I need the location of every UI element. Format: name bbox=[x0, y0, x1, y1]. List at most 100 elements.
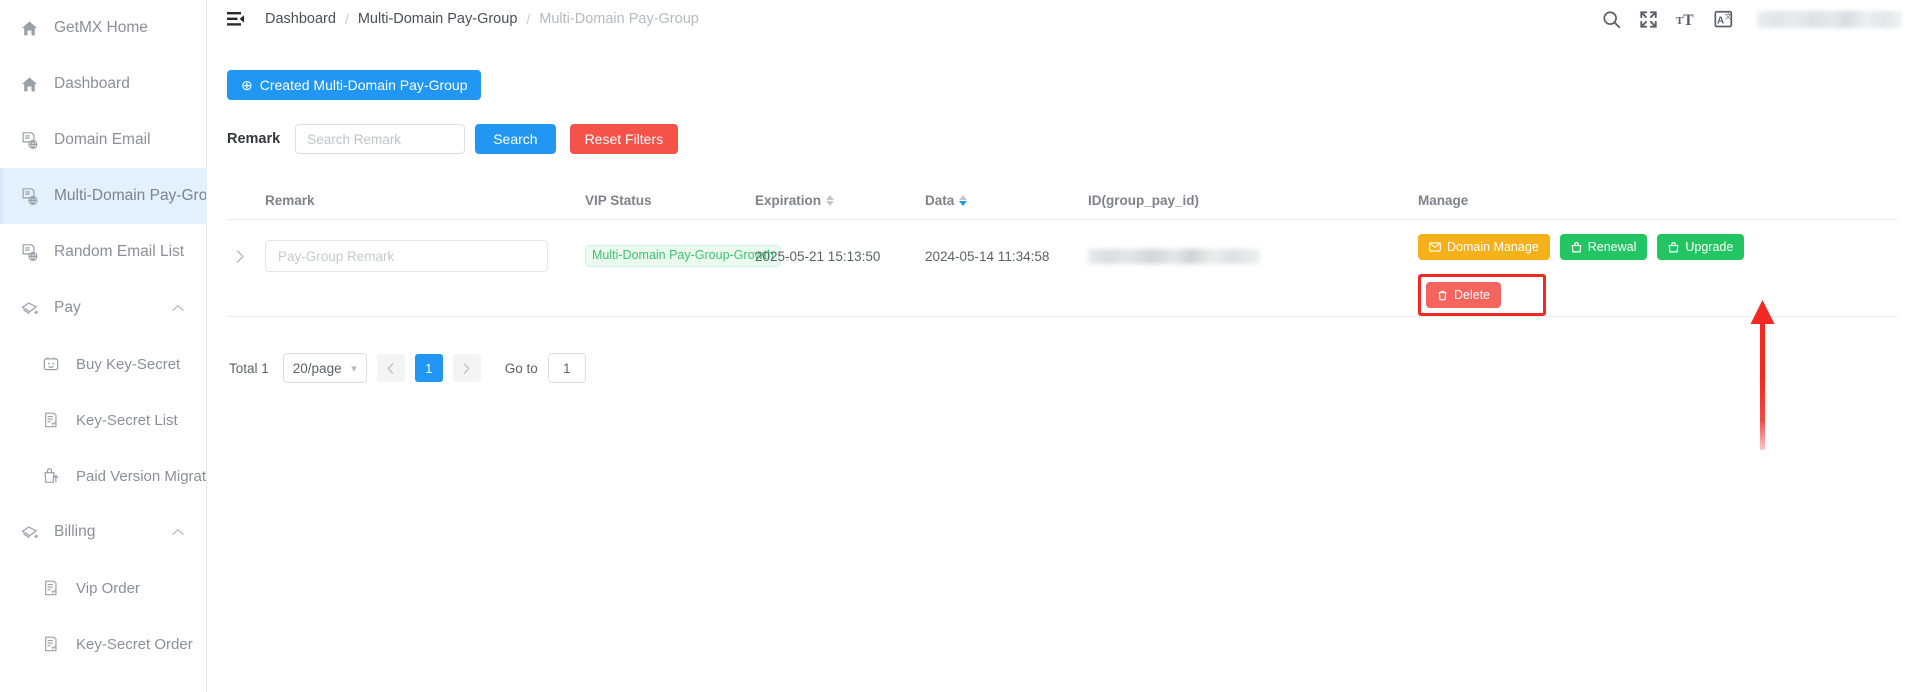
page-content: ⊕ Created Multi-Domain Pay-Group Remark … bbox=[207, 38, 1918, 383]
remark-filter-label: Remark bbox=[227, 131, 281, 147]
goto-page-label: Go to bbox=[504, 360, 538, 376]
sidebar-item-label: Billing bbox=[54, 523, 96, 541]
sidebar-item-key-secret-list[interactable]: Key-Secret List bbox=[0, 392, 206, 448]
breadcrumb-item-1[interactable]: Multi-Domain Pay-Group bbox=[358, 11, 518, 27]
sidebar-item-getmx-home[interactable]: GetMX Home bbox=[0, 0, 206, 56]
domain-email-icon bbox=[18, 185, 40, 207]
sidebar-item-label: Multi-Domain Pay-Group bbox=[54, 187, 207, 205]
sidebar-item-multi-domain-pay-group[interactable]: Multi-Domain Pay-Group bbox=[0, 168, 206, 224]
table-header-manage: Manage bbox=[1418, 193, 1469, 208]
table-header-expiration-label: Expiration bbox=[755, 193, 822, 208]
vip-status-badge: Multi-Domain Pay-Group-Growth bbox=[585, 245, 781, 267]
bag-icon bbox=[1571, 241, 1582, 253]
main-area: Dashboard / Multi-Domain Pay-Group / Multi-D… bbox=[207, 0, 1918, 692]
sidebar-item-paid-version-migration[interactable]: Paid Version Migration bbox=[0, 448, 206, 504]
sort-icon-expiration[interactable] bbox=[826, 195, 835, 206]
page-size-value: 20/page bbox=[292, 360, 342, 376]
reset-filters-button[interactable]: Reset Filters bbox=[569, 124, 679, 154]
row-data-cell: 2024-05-14 11:34:58 bbox=[925, 248, 1050, 264]
search-icon[interactable] bbox=[1602, 10, 1621, 29]
sort-icon-data[interactable] bbox=[959, 195, 968, 206]
sidebar-item-domain-email[interactable]: Domain Email bbox=[0, 112, 206, 168]
hamburger-collapse-icon[interactable] bbox=[225, 9, 245, 29]
row-expand-chevron-right-icon[interactable] bbox=[227, 234, 265, 278]
sidebar-item-billing[interactable]: Billing bbox=[0, 504, 206, 560]
search-button[interactable]: Search bbox=[475, 124, 556, 154]
goto-page-input[interactable] bbox=[547, 353, 586, 383]
manage-buttons-primary: Domain Manage Renewal Upgrade bbox=[1418, 234, 1898, 260]
breadcrumb-item-2: Multi-Domain Pay-Group bbox=[539, 11, 699, 27]
table-header-id: ID(group_pay_id) bbox=[1088, 193, 1200, 208]
row-remark-cell bbox=[265, 234, 585, 278]
pagination-page-1[interactable]: 1 bbox=[414, 354, 443, 382]
svg-text:T: T bbox=[1683, 11, 1694, 28]
pay-icon bbox=[18, 521, 40, 543]
create-pay-group-label: Created Multi-Domain Pay-Group bbox=[259, 77, 468, 93]
upgrade-button[interactable]: Upgrade bbox=[1657, 234, 1745, 260]
domain-manage-button[interactable]: Domain Manage bbox=[1418, 234, 1550, 260]
chevron-up-icon[interactable] bbox=[172, 528, 184, 536]
pay-icon bbox=[18, 297, 40, 319]
sidebar-item-buy-key-secret[interactable]: Buy Key-Secret bbox=[0, 336, 206, 392]
breadcrumb: Dashboard / Multi-Domain Pay-Group / Multi-D… bbox=[265, 11, 699, 27]
table-header-vip-status: VIP Status bbox=[585, 193, 652, 208]
font-size-icon[interactable]: T T bbox=[1676, 10, 1696, 29]
sidebar-item-label: Pay bbox=[54, 299, 81, 317]
mail-icon bbox=[1429, 242, 1441, 252]
row-vip-status-cell: Multi-Domain Pay-Group-Growth . bbox=[585, 234, 789, 278]
pagination-next-button[interactable] bbox=[452, 354, 481, 382]
renewal-label: Renewal bbox=[1587, 240, 1637, 254]
upgrade-label: Upgrade bbox=[1685, 240, 1734, 254]
sidebar-item-label: GetMX Home bbox=[54, 19, 148, 37]
table-header-expiration[interactable]: Expiration bbox=[755, 193, 925, 208]
list-doc-icon bbox=[40, 633, 62, 655]
page-size-select[interactable]: 20/page ▾ bbox=[282, 353, 367, 383]
delete-button[interactable]: Delete bbox=[1426, 282, 1502, 308]
sidebar-item-dashboard[interactable]: Dashboard bbox=[0, 56, 206, 112]
delete-label: Delete bbox=[1454, 288, 1491, 302]
plus-circle-icon: ⊕ bbox=[241, 77, 253, 93]
sidebar-item-label: Domain Email bbox=[54, 131, 151, 149]
sidebar-item-label: Vip Order bbox=[76, 579, 140, 597]
sidebar-item-label: Key-Secret List bbox=[76, 411, 178, 429]
sidebar-item-label: Key-Secret Order bbox=[76, 635, 193, 653]
svg-text:A: A bbox=[1717, 15, 1724, 26]
pay-group-table: Remark VIP Status Expiration Data ID(gro… bbox=[227, 182, 1898, 317]
table-header-data-label: Data bbox=[925, 193, 955, 208]
row-expiration-cell: 2025-05-21 15:13:50 bbox=[755, 248, 881, 264]
sidebar-item-pay[interactable]: Pay bbox=[0, 280, 206, 336]
sidebar-item-label: Dashboard bbox=[54, 75, 130, 93]
row-remark-input[interactable] bbox=[265, 240, 548, 272]
pagination: Total 1 20/page ▾ 1 Go to bbox=[227, 353, 1898, 383]
manage-buttons-secondary: Delete bbox=[1418, 268, 1898, 316]
table-header-row: Remark VIP Status Expiration Data ID(gro… bbox=[227, 182, 1898, 220]
bag-icon bbox=[1668, 241, 1679, 253]
list-doc-icon bbox=[40, 409, 62, 431]
table-header-data[interactable]: Data bbox=[925, 193, 1088, 208]
chevron-up-icon[interactable] bbox=[172, 304, 184, 312]
top-header: Dashboard / Multi-Domain Pay-Group / Multi-D… bbox=[207, 0, 1918, 38]
sidebar-item-vip-order[interactable]: Vip Order bbox=[0, 560, 206, 616]
header-actions: T T A 文 bbox=[1602, 10, 1902, 29]
breadcrumb-item-0[interactable]: Dashboard bbox=[265, 11, 336, 27]
domain-manage-label: Domain Manage bbox=[1447, 240, 1539, 254]
domain-email-icon bbox=[18, 129, 40, 151]
sidebar-item-label: Random Email List bbox=[54, 243, 185, 261]
user-name-redacted[interactable] bbox=[1757, 10, 1902, 28]
delete-button-highlight: Delete bbox=[1418, 274, 1547, 316]
translate-icon[interactable]: A 文 bbox=[1714, 10, 1733, 29]
app-root: GetMX Home Dashboard Domain Email Multi-Dom… bbox=[0, 0, 1918, 692]
sidebar-item-referral-program[interactable]: Referral Program bbox=[0, 672, 206, 692]
renewal-button[interactable]: Renewal bbox=[1559, 234, 1648, 260]
sidebar: GetMX Home Dashboard Domain Email Multi-Dom… bbox=[0, 0, 207, 692]
fullscreen-icon[interactable] bbox=[1639, 10, 1658, 29]
sidebar-item-key-secret-order[interactable]: Key-Secret Order bbox=[0, 616, 206, 672]
search-remark-input[interactable] bbox=[295, 124, 466, 154]
sidebar-nav-list: GetMX Home Dashboard Domain Email Multi-Dom… bbox=[0, 0, 206, 692]
table-header-remark: Remark bbox=[265, 193, 315, 208]
pagination-prev-button[interactable] bbox=[376, 354, 405, 382]
create-pay-group-button[interactable]: ⊕ Created Multi-Domain Pay-Group bbox=[227, 70, 482, 100]
trash-icon bbox=[1437, 290, 1448, 301]
sidebar-item-random-email-list[interactable]: Random Email List bbox=[0, 224, 206, 280]
total-count-label: Total 1 bbox=[229, 360, 269, 376]
